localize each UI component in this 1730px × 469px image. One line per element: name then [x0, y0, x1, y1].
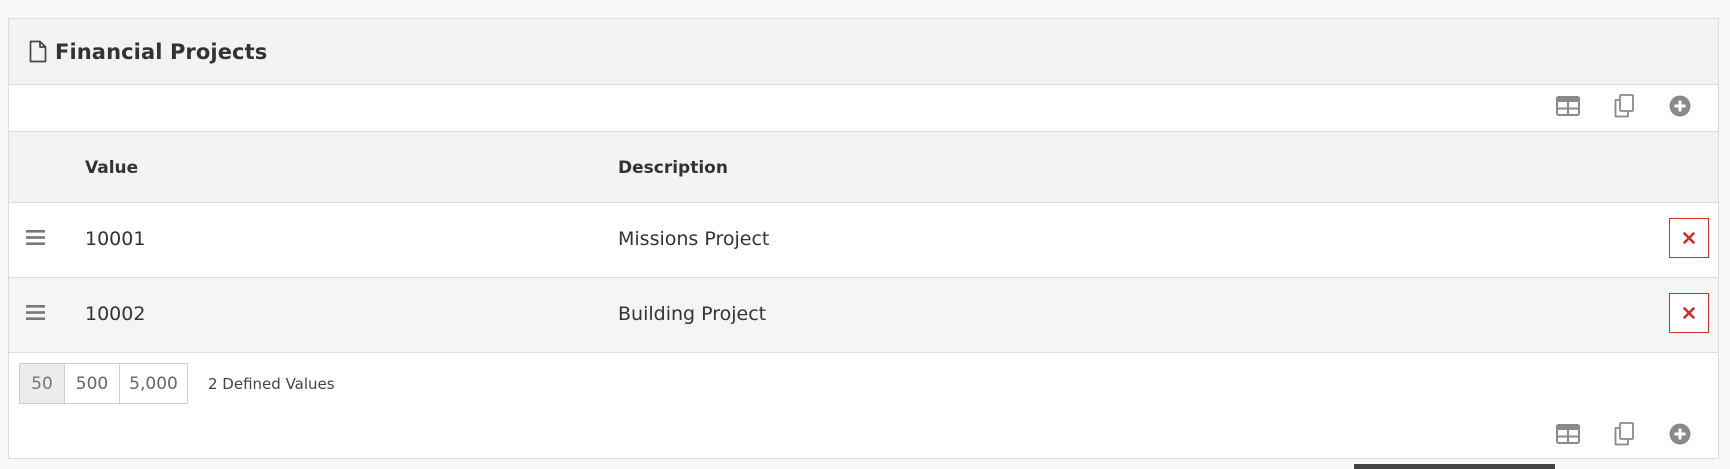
bottom-overlay-bar	[1354, 464, 1555, 469]
copy-button[interactable]	[1596, 92, 1652, 124]
cell-description[interactable]: Building Project	[618, 303, 766, 325]
copy-icon	[1614, 422, 1634, 450]
copy-icon	[1614, 94, 1634, 122]
delete-row-button[interactable]	[1669, 218, 1709, 258]
table-row: 10002 Building Project	[9, 278, 1718, 353]
page-size-50-button[interactable]: 50	[19, 363, 65, 404]
cell-description[interactable]: Missions Project	[618, 228, 769, 250]
file-icon	[29, 40, 47, 63]
close-icon	[1683, 304, 1695, 323]
page-size-selector: 50 500 5,000	[19, 363, 188, 404]
add-row-button[interactable]	[1652, 92, 1708, 124]
grid-footer: 50 500 5,000 2 Defined Values	[9, 353, 1718, 458]
close-icon	[1683, 229, 1695, 248]
page-size-500-button[interactable]: 500	[64, 363, 120, 404]
add-circle-icon	[1669, 95, 1691, 121]
cell-value[interactable]: 10002	[85, 303, 145, 325]
panel-heading: Financial Projects	[9, 19, 1718, 85]
column-header-description[interactable]: Description	[618, 158, 728, 178]
drag-handle-icon[interactable]	[26, 229, 45, 250]
cell-value[interactable]: 10001	[85, 228, 145, 250]
financial-projects-panel: Financial Projects Value Description 100…	[8, 18, 1719, 459]
grid-icon	[1556, 96, 1580, 120]
add-row-button[interactable]	[1652, 420, 1708, 452]
drag-handle-icon[interactable]	[26, 304, 45, 325]
table-header: Value Description	[9, 132, 1718, 203]
add-circle-icon	[1669, 423, 1691, 449]
copy-button[interactable]	[1596, 420, 1652, 452]
toggle-grid-button[interactable]	[1540, 420, 1596, 452]
defined-values-count: 2 Defined Values	[208, 375, 335, 393]
grid-toolbar-bottom	[1540, 420, 1708, 452]
page-size-5000-button[interactable]: 5,000	[119, 363, 188, 404]
column-header-value[interactable]: Value	[85, 158, 138, 178]
grid-toolbar-top	[9, 85, 1718, 132]
panel-title: Financial Projects	[55, 39, 268, 64]
toggle-grid-button[interactable]	[1540, 92, 1596, 124]
delete-row-button[interactable]	[1669, 293, 1709, 333]
table-row: 10001 Missions Project	[9, 203, 1718, 278]
grid-icon	[1556, 424, 1580, 448]
